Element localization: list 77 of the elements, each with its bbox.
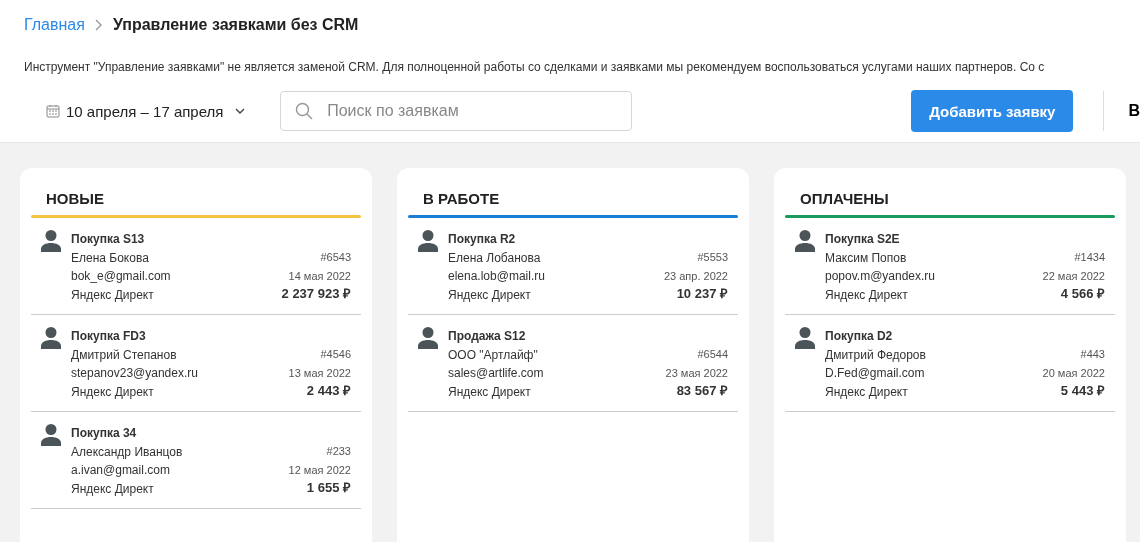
column-title: ОПЛАЧЕНЫ [799,189,890,209]
client-email: bok_e@gmail.com [71,268,172,285]
add-request-button[interactable]: Добавить заявку [911,90,1074,132]
request-card[interactable]: Покупка R2 Елена Лобанова elena.lob@mail.ru Яндекс Директ #5553 23 апр. 2022 10 237 ₽ [408,218,738,315]
request-amount: 2 237 923 ₽ [281,285,351,303]
request-number: #1434 [1074,250,1105,265]
user-silhouette-icon [418,327,438,349]
date-range-picker[interactable]: 10 апреля – 17 апреля [24,102,281,120]
request-number: #443 [1080,347,1105,362]
request-source: Яндекс Директ [825,383,909,401]
request-card[interactable]: Покупка 34 Александр Иванцов a.ivan@gmail.com Яндекс Директ #233 12 мая 2022 1 655 ₽ [31,412,361,509]
column-title: В РАБОТЕ [422,189,501,209]
client-email: D.Fed@gmail.com [825,365,926,382]
request-date: 20 мая 2022 [1042,365,1105,381]
user-silhouette-icon [795,327,815,349]
request-source: Яндекс Директ [71,286,155,304]
client-email: elena.lob@mail.ru [448,268,546,285]
request-source: Яндекс Директ [825,286,909,304]
request-number: #4546 [320,347,351,362]
request-amount: 83 567 ₽ [676,382,728,400]
request-title: Покупка R2 [448,231,517,248]
client-email: stepanov23@yandex.ru [71,365,199,382]
calendar-icon [46,104,60,118]
request-date: 23 мая 2022 [665,365,728,381]
breadcrumb-home-link[interactable]: Главная [24,16,85,34]
request-title: Покупка 34 [71,425,138,442]
request-date: 14 мая 2022 [288,268,351,284]
request-amount: 5 443 ₽ [1060,382,1105,400]
request-source: Яндекс Директ [71,383,155,401]
request-title: Покупка S2E [825,231,901,248]
request-title: Покупка FD3 [71,328,147,345]
client-email: popov.m@yandex.ru [825,268,936,285]
user-silhouette-icon [41,327,61,349]
chevron-right-icon [94,19,103,31]
client-name: Александр Иванцов [71,443,184,461]
request-source: Яндекс Директ [448,383,532,401]
request-number: #5553 [697,250,728,265]
user-silhouette-icon [41,230,61,252]
client-name: ООО "Артлайф" [448,346,539,364]
search-icon [295,102,314,120]
request-title: Покупка S13 [71,231,146,248]
request-date: 13 мая 2022 [288,365,351,381]
user-silhouette-icon [41,424,61,446]
request-number: #6544 [697,347,728,362]
request-card[interactable]: Покупка D2 Дмитрий Федоров D.Fed@gmail.com Яндекс Директ #443 20 мая 2022 5 443 ₽ [785,315,1115,412]
request-card[interactable]: Покупка S2E Максим Попов popov.m@yandex.ru Яндекс Директ #1434 22 мая 2022 4 566 ₽ [785,218,1115,315]
client-name: Елена Лобанова [448,249,542,267]
request-number: #6543 [320,250,351,265]
request-amount: 10 237 ₽ [676,285,728,303]
request-card[interactable]: Покупка FD3 Дмитрий Степанов stepanov23@yandex.ru Яндекс Директ #4546 13 мая 2022 2 443 ₽ [31,315,361,412]
client-name: Максим Попов [825,249,908,267]
client-name: Елена Бокова [71,249,150,267]
caret-icon [235,107,246,115]
user-silhouette-icon [795,230,815,252]
request-card[interactable]: Продажа S12 ООО "Артлайф" sales@artlife.com Яндекс Директ #6544 23 мая 2022 83 567 ₽ [408,315,738,412]
client-email: a.ivan@gmail.com [71,462,171,479]
request-amount: 4 566 ₽ [1060,285,1105,303]
toolbar-button[interactable]: В [1128,102,1140,120]
request-number: #233 [326,444,351,459]
request-card[interactable]: Покупка S13 Елена Бокова bok_e@gmail.com Яндекс Директ #6543 14 мая 2022 2 237 923 ₽ [31,218,361,315]
user-silhouette-icon [418,230,438,252]
request-amount: 2 443 ₽ [306,382,351,400]
request-title: Покупка D2 [825,328,894,345]
request-date: 12 мая 2022 [288,462,351,478]
notice-text: Инструмент "Управление заявками" не является заменой CRM. Для полноценной работы со сделками и заявками мы рекомендуем воспользоваться услугами наших партнеров. Со с [24,60,1046,74]
request-amount: 1 655 ₽ [306,479,351,497]
column-title: НОВЫЕ [45,189,106,209]
request-source: Яндекс Директ [71,480,155,498]
request-date: 22 мая 2022 [1042,268,1105,284]
client-email: sales@artlife.com [448,365,545,382]
request-source: Яндекс Директ [448,286,532,304]
client-name: Дмитрий Степанов [71,346,178,364]
search-field[interactable]: Поиск по заявкам [280,91,633,131]
request-date: 23 апр. 2022 [663,268,728,284]
request-title: Продажа S12 [448,328,527,345]
client-name: Дмитрий Федоров [825,346,927,364]
page-title: Управление заявками без CRM [112,16,359,34]
